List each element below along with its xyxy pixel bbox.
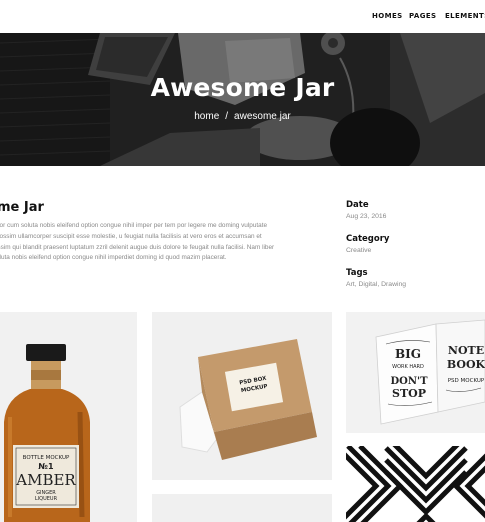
top-navigation: HOMES PAGES ELEMENTS <box>0 0 485 33</box>
bottle-label-sub2: LIQUEUR <box>35 496 58 502</box>
bottle-label-line1: BOTTLE MOCKUP <box>23 455 70 461</box>
gallery-image-placeholder[interactable] <box>152 494 332 522</box>
notebook-left-dont: DON'T <box>390 376 428 387</box>
notebook-right-note: NOTE <box>448 344 484 357</box>
chevron-pattern-illustration <box>346 446 485 522</box>
notebook-left-work: WORK HARD <box>392 364 424 370</box>
page-title: Awesome Jar <box>150 73 335 102</box>
meta-tags: Tags Art, Digital, Drawing <box>346 268 406 288</box>
notebook-right-book: BOOK <box>447 358 485 371</box>
notebook-left-stop: STOP <box>392 387 426 400</box>
nav-pages[interactable]: PAGES <box>409 12 436 20</box>
category-label: Category <box>346 234 390 244</box>
project-description: oor cum soluta nobis eleifend option con… <box>0 221 288 264</box>
gallery-image-bottle[interactable]: BOTTLE MOCKUP №1 AMBER GINGER LIQUEUR <box>0 312 137 522</box>
date-label: Date <box>346 200 369 210</box>
bottle-label-num: №1 <box>38 462 54 471</box>
tags-value[interactable]: Art, Digital, Drawing <box>346 281 406 288</box>
notebook-left-big: BIG <box>395 347 421 361</box>
breadcrumb-separator: / <box>225 111 229 122</box>
description-line: possim ullamcorper suscipit esse molesti… <box>0 232 262 240</box>
gallery-image-notebook[interactable]: BIG WORK HARD DON'T STOP NOTE BOOK PSD M… <box>346 312 485 433</box>
notebook-right-mockup: PSD MOCKUP <box>448 378 485 384</box>
breadcrumb-home-link[interactable]: home <box>194 111 219 122</box>
breadcrumb: home / awesome jar <box>0 111 485 122</box>
project-title: me Jar <box>0 200 44 215</box>
nav-homes[interactable]: HOMES <box>372 12 403 20</box>
meta-date: Date Aug 23, 2016 <box>346 200 386 220</box>
description-line: issim qui blandit praesent luptatum zzri… <box>0 243 275 251</box>
meta-category: Category Creative <box>346 234 389 254</box>
description-line: oluta nobis eleifend option congue nihil… <box>0 254 227 262</box>
date-value: Aug 23, 2016 <box>346 213 387 220</box>
tags-label: Tags <box>346 268 368 278</box>
notebook-mockup-illustration: BIG WORK HARD DON'T STOP NOTE BOOK PSD M… <box>375 319 485 425</box>
description-line: oor cum soluta nobis eleifend option con… <box>0 222 268 229</box>
bottle-label-name: AMBER <box>15 471 76 489</box>
nav-elements[interactable]: ELEMENTS <box>445 12 485 20</box>
bottle-mockup-illustration: BOTTLE MOCKUP №1 AMBER GINGER LIQUEUR <box>4 344 90 522</box>
breadcrumb-current: awesome jar <box>234 111 291 122</box>
box-mockup-illustration: PSD BOX MOCKUP <box>179 339 317 460</box>
gallery-image-box[interactable]: PSD BOX MOCKUP <box>152 312 332 480</box>
category-value[interactable]: Creative <box>346 247 389 254</box>
hero-banner: Awesome Jar home / awesome jar <box>0 33 485 166</box>
gallery-image-pattern[interactable] <box>346 446 485 522</box>
